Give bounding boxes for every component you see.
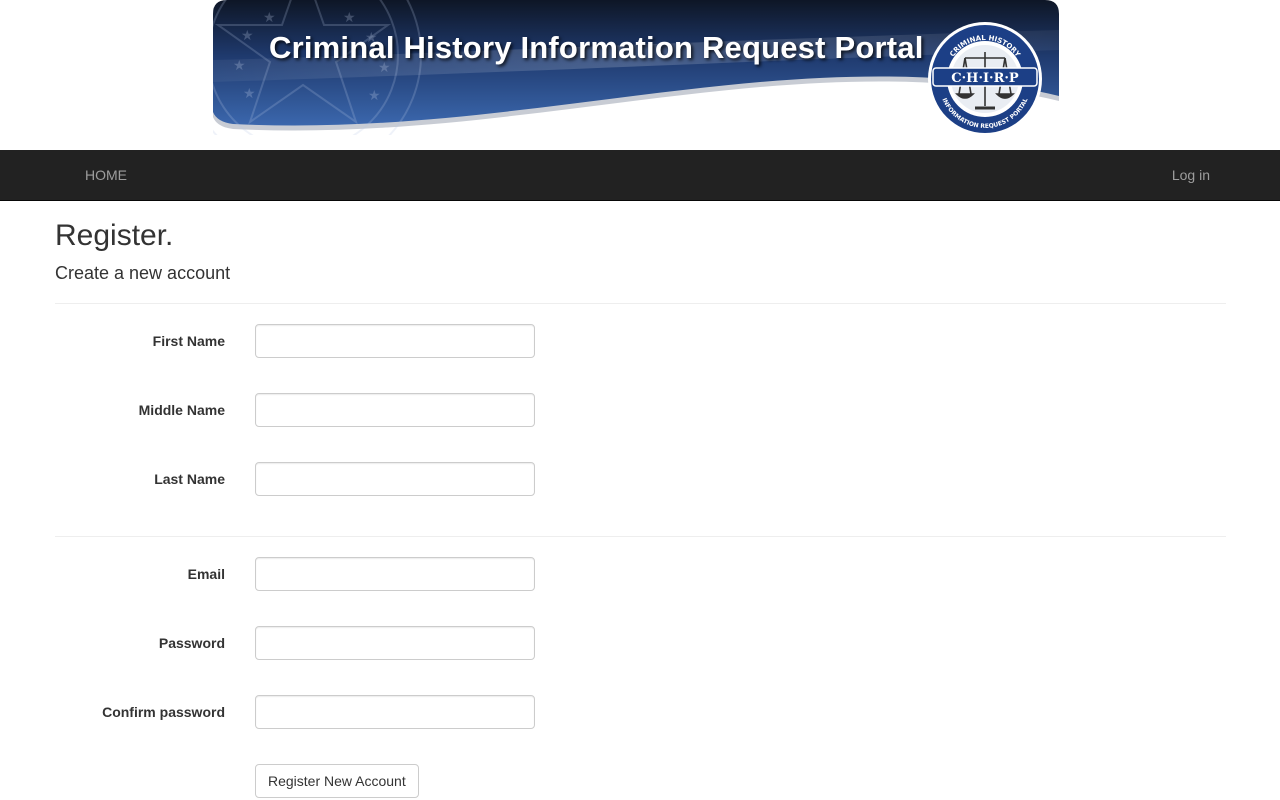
- email-label: Email: [187, 566, 225, 582]
- middle-name-row: Middle Name: [55, 393, 1226, 427]
- middle-name-label: Middle Name: [138, 402, 225, 418]
- site-header: ★ ★ ★ ★ ★ ★ ★ ★ Criminal History Information …: [0, 0, 1280, 150]
- svg-text:★: ★: [263, 10, 276, 26]
- chirp-seal-logo: CRIMINAL HISTORY INFORMATION REQUEST POR…: [928, 22, 1042, 136]
- page-subtitle: Create a new account: [55, 263, 231, 283]
- svg-text:★: ★: [343, 10, 356, 26]
- first-name-input[interactable]: [255, 324, 535, 358]
- banner: ★ ★ ★ ★ ★ ★ ★ ★ Criminal History Information …: [213, 0, 1059, 136]
- last-name-input[interactable]: [255, 462, 535, 496]
- password-row: Password: [55, 626, 1226, 660]
- page-title: Register.: [55, 219, 174, 252]
- svg-text:★: ★: [233, 58, 246, 74]
- confirm-password-row: Confirm password: [55, 695, 1226, 729]
- svg-text:★: ★: [243, 86, 256, 102]
- middle-name-input[interactable]: [255, 393, 535, 427]
- section-divider: [55, 303, 1226, 304]
- password-input[interactable]: [255, 626, 535, 660]
- last-name-row: Last Name: [55, 462, 1226, 496]
- nav-login-link[interactable]: Log in: [1172, 150, 1210, 200]
- register-new-account-button[interactable]: Register New Account: [255, 764, 419, 798]
- section-divider: [55, 536, 1226, 537]
- confirm-password-label: Confirm password: [102, 704, 225, 720]
- navbar: HOME Log in: [0, 150, 1280, 201]
- last-name-label: Last Name: [154, 471, 225, 487]
- password-label: Password: [158, 635, 225, 651]
- first-name-label: First Name: [152, 333, 225, 349]
- email-input[interactable]: [255, 557, 535, 591]
- confirm-password-input[interactable]: [255, 695, 535, 729]
- svg-text:★: ★: [241, 28, 254, 44]
- svg-text:★: ★: [368, 88, 381, 104]
- nav-home-link[interactable]: HOME: [85, 150, 127, 200]
- banner-title: Criminal History Information Request Por…: [269, 30, 924, 65]
- email-row: Email: [55, 557, 1226, 591]
- svg-text:C·H·I·R·P: C·H·I·R·P: [951, 71, 1019, 86]
- first-name-row: First Name: [55, 324, 1226, 358]
